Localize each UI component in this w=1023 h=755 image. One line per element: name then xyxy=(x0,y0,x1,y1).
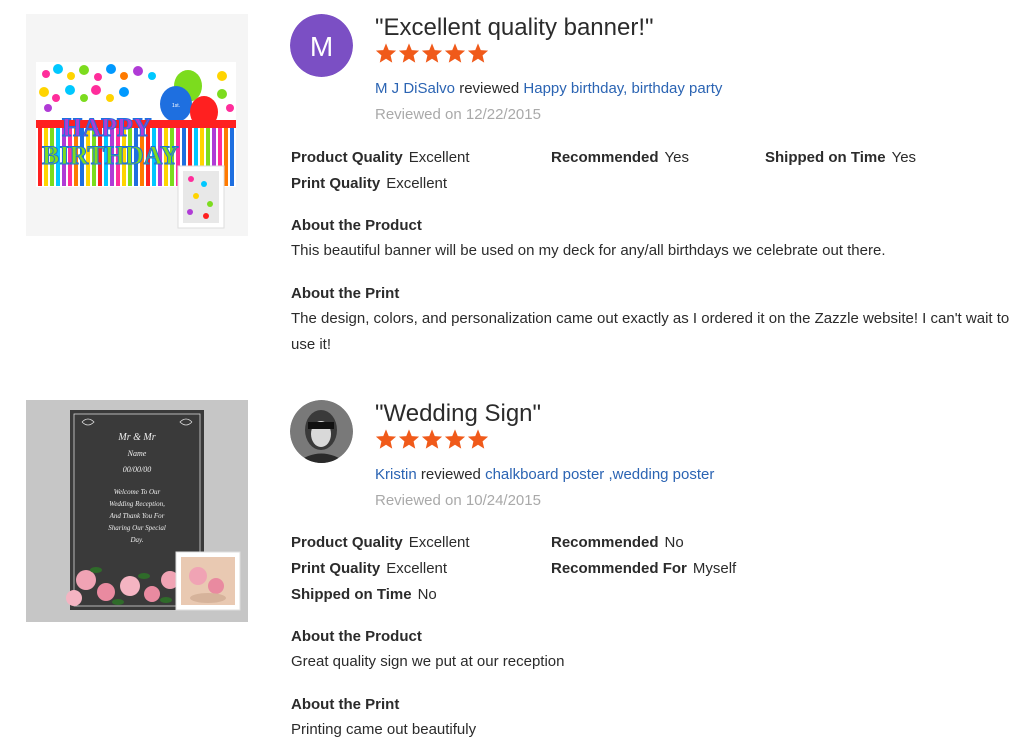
sign-line: Sharing Our Special xyxy=(108,524,166,532)
attr-shipped-on-time: Shipped on Time No xyxy=(291,586,437,603)
reviewed-word: reviewed xyxy=(420,466,481,483)
review-card: Mr & Mr Name 00/00/00 Welcome To Our Wed… xyxy=(0,380,1023,755)
review-card: 1st. HAPPY BIRTHDAY M "Excellent quality… xyxy=(0,0,1023,380)
sign-line: Name xyxy=(127,449,147,458)
sign-line: Welcome To Our xyxy=(114,488,161,496)
attr-shipped-on-time: Shipped on Time Yes xyxy=(765,149,916,166)
attr-value: Myself xyxy=(692,560,737,577)
attr-label: Shipped on Time xyxy=(765,149,886,166)
star-icon xyxy=(444,429,466,449)
product-link[interactable]: chalkboard poster ,wedding poster xyxy=(485,466,714,483)
reviewed-word: reviewed xyxy=(459,80,520,97)
attr-label: Product Quality xyxy=(291,534,403,551)
star-icon xyxy=(375,429,397,449)
avatar-initial: M xyxy=(310,31,333,62)
review-byline: M J DiSalvo reviewed Happy birthday, bir… xyxy=(375,80,722,97)
attr-print-quality: Print Quality Excellent xyxy=(291,175,447,192)
star-icon xyxy=(375,43,397,63)
star-icon xyxy=(421,429,443,449)
sign-line: 00/00/00 xyxy=(123,465,151,474)
avatar[interactable] xyxy=(290,400,353,463)
attr-print-quality: Print Quality Excellent xyxy=(291,560,447,577)
review-title: "Excellent quality banner!" xyxy=(375,14,654,41)
attr-recommended-for: Recommended For Myself xyxy=(551,560,736,577)
about-product-text: Great quality sign we put at our recepti… xyxy=(291,653,565,670)
reviewer-link[interactable]: M J DiSalvo xyxy=(375,80,455,97)
attr-value: No xyxy=(664,534,684,551)
star-icon xyxy=(398,43,420,63)
attr-label: Recommended xyxy=(551,534,659,551)
birthday-banner-image: 1st. HAPPY BIRTHDAY xyxy=(36,62,236,229)
reviewer-link[interactable]: Kristin xyxy=(375,466,417,483)
sign-line: Mr & Mr xyxy=(117,432,155,443)
star-icon xyxy=(467,429,489,449)
review-title: "Wedding Sign" xyxy=(375,400,542,427)
about-print-heading: About the Print xyxy=(291,285,400,302)
attr-value: Yes xyxy=(664,149,690,166)
svg-text:1st.: 1st. xyxy=(172,103,180,109)
review-byline: Kristin reviewed chalkboard poster ,wedd… xyxy=(375,466,714,483)
star-icon xyxy=(398,429,420,449)
attr-label: Recommended For xyxy=(551,560,687,577)
rating-stars xyxy=(375,42,489,64)
attr-label: Print Quality xyxy=(291,175,381,192)
attr-value: Excellent xyxy=(386,560,448,577)
star-icon xyxy=(421,43,443,63)
attr-value: Excellent xyxy=(408,149,470,166)
wedding-sign-image: Mr & Mr Name 00/00/00 Welcome To Our Wed… xyxy=(26,400,248,622)
attr-recommended: Recommended No xyxy=(551,534,684,551)
rating-stars xyxy=(375,428,489,450)
about-print-heading: About the Print xyxy=(291,696,400,713)
avatar[interactable]: M xyxy=(290,14,353,77)
attr-value: No xyxy=(417,586,437,603)
attr-value: Excellent xyxy=(386,175,448,192)
sign-line: And Thank You For xyxy=(109,512,165,520)
attr-product-quality: Product Quality Excellent xyxy=(291,149,470,166)
about-print-text: Printing came out beautifuly xyxy=(291,721,477,738)
review-date: Reviewed on 12/22/2015 xyxy=(375,106,541,123)
sign-line: Day. xyxy=(129,536,143,544)
attr-label: Recommended xyxy=(551,149,659,166)
attr-value: Excellent xyxy=(408,534,470,551)
banner-word-birthday: BIRTHDAY xyxy=(42,141,179,170)
attr-label: Product Quality xyxy=(291,149,403,166)
star-icon xyxy=(467,43,489,63)
sign-line: Wedding Reception, xyxy=(109,500,165,508)
review-date: Reviewed on 10/24/2015 xyxy=(375,492,541,509)
product-thumbnail[interactable]: 1st. HAPPY BIRTHDAY xyxy=(26,14,248,236)
product-thumbnail[interactable]: Mr & Mr Name 00/00/00 Welcome To Our Wed… xyxy=(26,400,248,622)
attr-value: Yes xyxy=(891,149,917,166)
attr-label: Print Quality xyxy=(291,560,381,577)
attr-product-quality: Product Quality Excellent xyxy=(291,534,470,551)
about-product-heading: About the Product xyxy=(291,628,422,645)
about-product-text: This beautiful banner will be used on my… xyxy=(291,242,886,259)
about-print-text: The design, colors, and personalization … xyxy=(291,310,1010,353)
attr-label: Shipped on Time xyxy=(291,586,412,603)
attr-recommended: Recommended Yes xyxy=(551,149,689,166)
banner-word-happy: HAPPY xyxy=(62,113,152,142)
star-icon xyxy=(444,43,466,63)
about-product-heading: About the Product xyxy=(291,217,422,234)
product-link[interactable]: Happy birthday, birthday party xyxy=(523,80,722,97)
